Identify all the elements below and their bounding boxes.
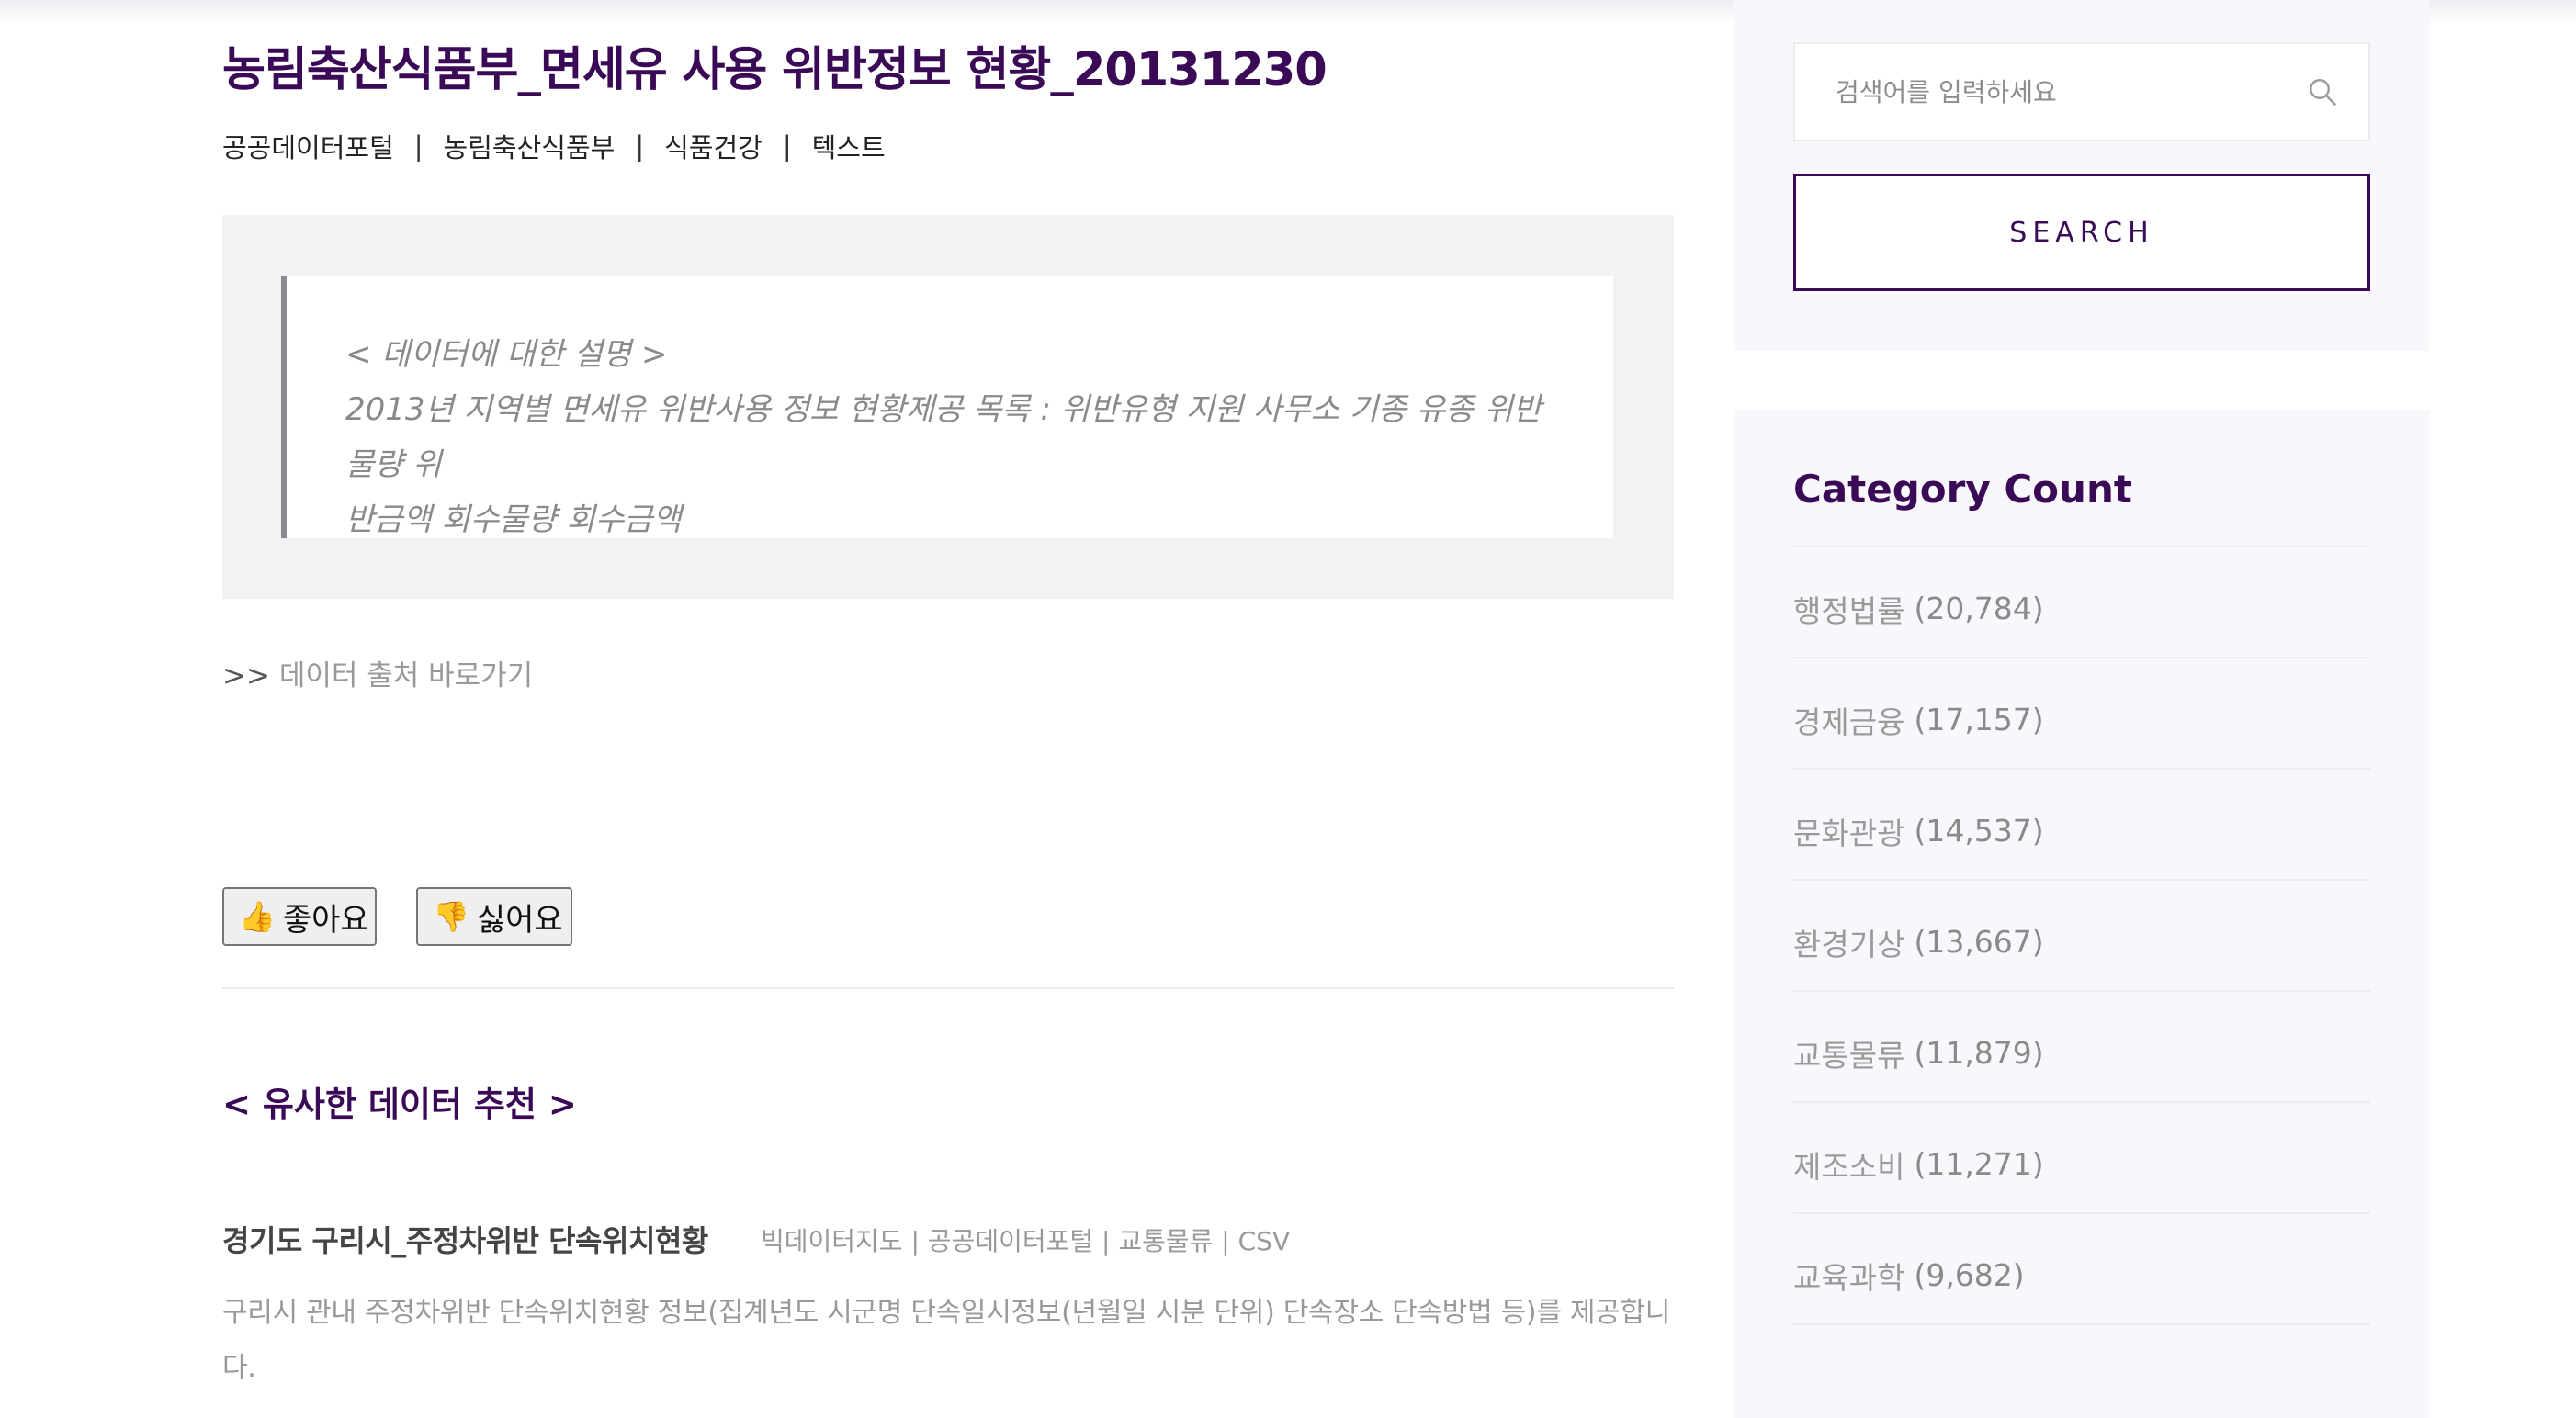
post-meta: 공공데이터포털 | 농림축산식품부 | 식품건강 | 텍스트: [222, 127, 886, 165]
search-icon[interactable]: [2306, 75, 2339, 108]
category-name[interactable]: 경제금융: [1793, 698, 1904, 742]
meta-separator: |: [413, 130, 424, 162]
category-name[interactable]: 환경기상: [1793, 920, 1904, 964]
category-title: Category Count: [1793, 467, 2132, 512]
source-link[interactable]: >> 데이터 출처 바로가기: [222, 652, 533, 693]
like-button[interactable]: 👍 좋아요: [222, 887, 377, 946]
category-count: (14,537): [1914, 813, 2044, 849]
source-link-label[interactable]: 데이터 출처 바로가기: [279, 659, 533, 692]
description-text-line: 반금액 회수물량 회수금액: [345, 501, 682, 538]
search-button[interactable]: SEARCH: [1793, 174, 2370, 291]
category-item[interactable]: 문화관광 (14,537): [1793, 770, 2370, 881]
page-title: 농림축산식품부_면세유 사용 위반정보 현황_20131230: [222, 43, 1328, 97]
category-count: (9,682): [1914, 1257, 2025, 1293]
category-item[interactable]: 교통물류 (11,879): [1793, 992, 2370, 1103]
divider: [222, 987, 1674, 989]
dislike-label: 싫어요: [476, 902, 563, 938]
description-box: < 데이터에 대한 설명 > 2013년 지역별 면세유 위반사용 정보 현황제…: [222, 215, 1674, 599]
category-count: (11,271): [1914, 1146, 2044, 1182]
category-item[interactable]: 행정법률 (20,784): [1793, 547, 2370, 658]
thumbs-down-icon: 👎: [433, 900, 469, 933]
category-name[interactable]: 행정법률: [1793, 587, 1904, 631]
category-name[interactable]: 교통물류: [1793, 1031, 1904, 1075]
dislike-button[interactable]: 👎 싫어요: [416, 887, 572, 946]
category-name[interactable]: 교육과학: [1793, 1254, 1904, 1298]
recommend-item-desc: 구리시 관내 주정차위반 단속위치현황 정보(집계년도 시군명 단속일시정보(년…: [222, 1297, 1671, 1384]
sidebar-category-widget: Category Count 행정법률 (20,784) 경제금융 (17,157)…: [1734, 410, 2429, 1418]
meta-format-link[interactable]: 텍스트: [812, 127, 886, 165]
category-count: (13,667): [1914, 924, 2044, 960]
meta-separator: |: [635, 130, 645, 162]
category-name[interactable]: 문화관광: [1793, 809, 1904, 853]
category-list: 행정법률 (20,784) 경제금융 (17,157) 문화관광 (14,537) 환…: [1793, 547, 2370, 1325]
like-label: 좋아요: [282, 902, 369, 938]
category-item[interactable]: 제조소비 (11,271): [1793, 1103, 2370, 1214]
category-item[interactable]: 교육과학 (9,682): [1793, 1214, 2370, 1325]
search-box: [1793, 42, 2370, 141]
description-quote: < 데이터에 대한 설명 > 2013년 지역별 면세유 위반사용 정보 현황제…: [281, 276, 1613, 538]
category-name[interactable]: 제조소비: [1793, 1142, 1904, 1187]
category-item[interactable]: 경제금융 (17,157): [1793, 658, 2370, 770]
meta-separator: |: [782, 130, 792, 162]
category-count: (11,879): [1914, 1035, 2044, 1071]
recommend-item-meta: 빅데이터지도 | 공공데이터포털 | 교통물류 | CSV: [761, 1226, 1291, 1256]
category-count: (17,157): [1914, 702, 2044, 737]
sidebar-search-widget: SEARCH: [1734, 0, 2429, 351]
description-heading: < 데이터에 대한 설명 >: [345, 336, 668, 373]
meta-source-link[interactable]: 공공데이터포털: [222, 127, 394, 165]
source-arrow: >>: [222, 659, 270, 692]
meta-org-link[interactable]: 농림축산식품부: [444, 127, 616, 165]
search-input[interactable]: [1795, 44, 2310, 140]
description-text-line: 2013년 지역별 면세유 위반사용 정보 현황제공 목록 : 위반유형 지원 …: [345, 391, 1542, 483]
recommend-heading: < 유사한 데이터 추천 >: [222, 1085, 577, 1124]
thumbs-up-icon: 👍: [239, 900, 276, 933]
category-count: (20,784): [1914, 591, 2044, 626]
category-item[interactable]: 환경기상 (13,667): [1793, 881, 2370, 992]
meta-category-link[interactable]: 식품건강: [664, 127, 763, 165]
recommend-item-title[interactable]: 경기도 구리시_주정차위반 단속위치현황: [222, 1218, 708, 1260]
